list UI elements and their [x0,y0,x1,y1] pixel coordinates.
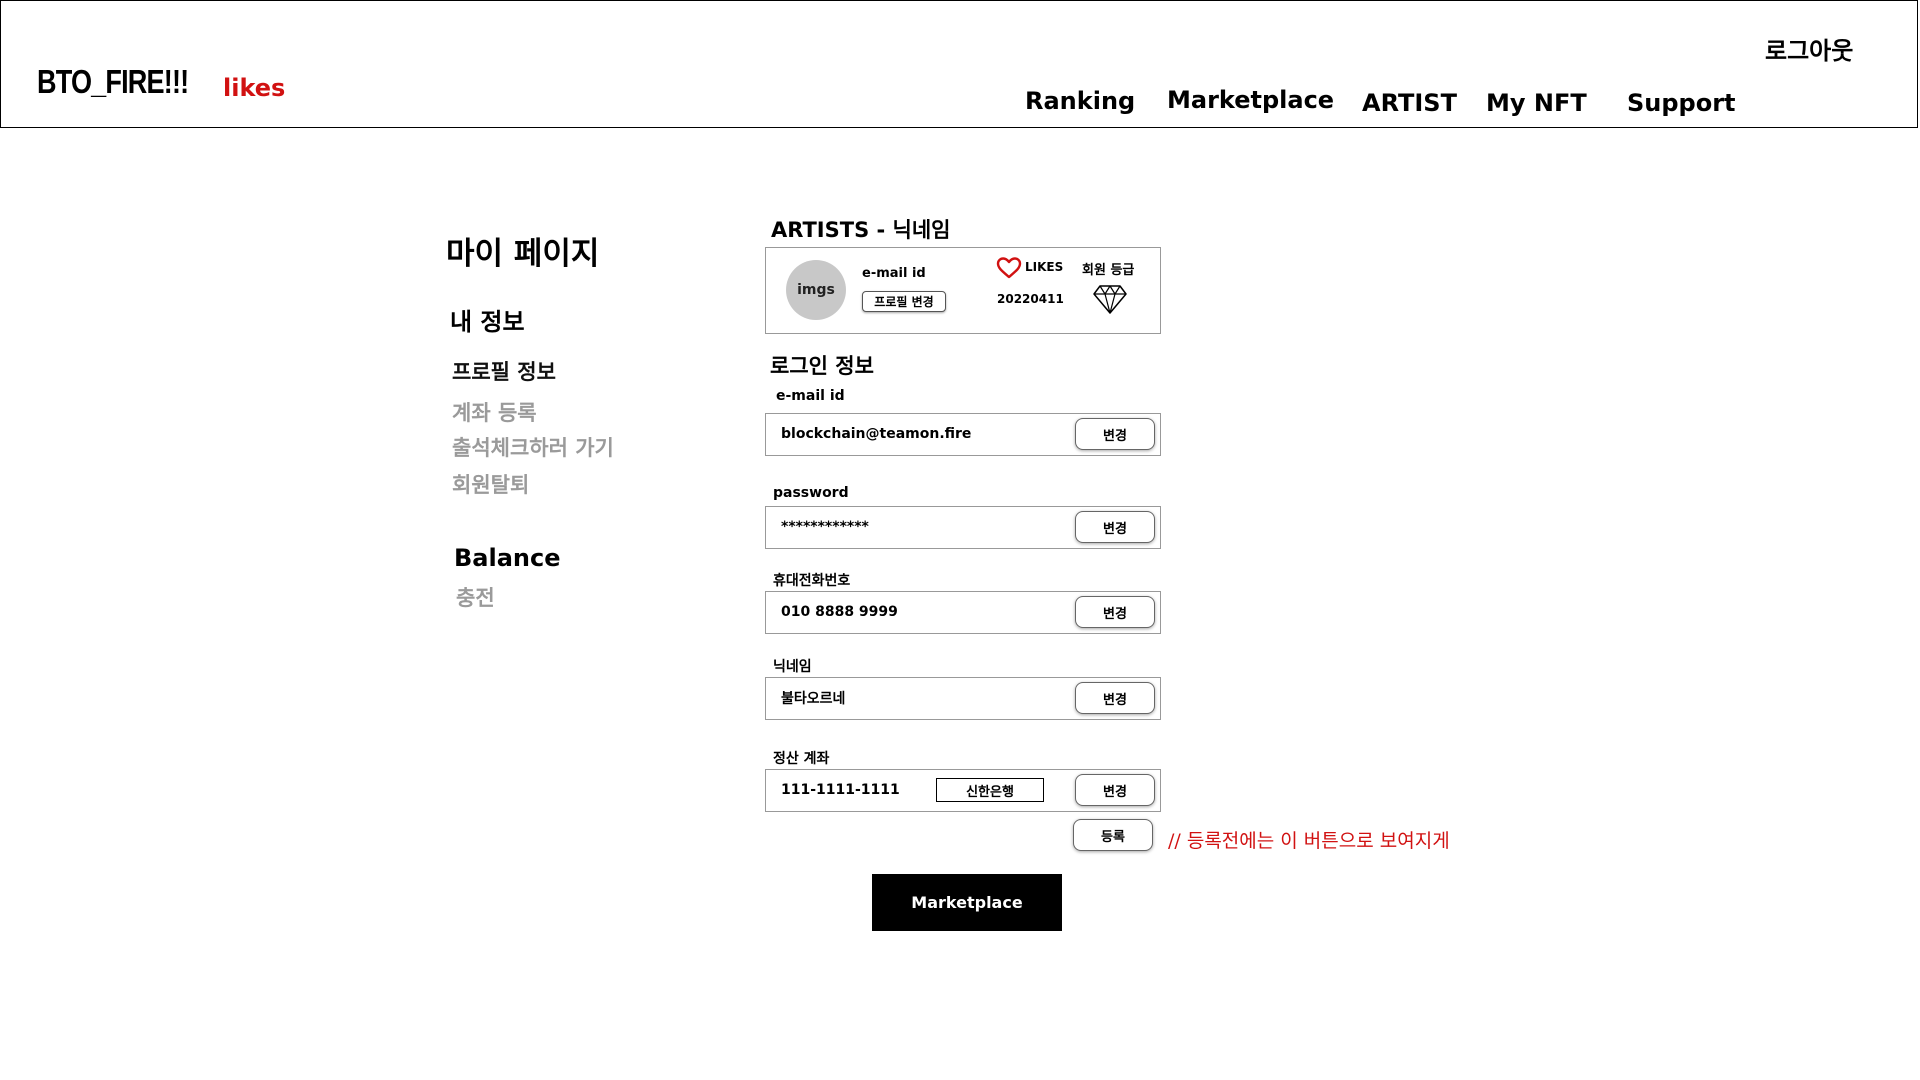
password-field-label: password [773,485,849,501]
page-title: 마이 페이지 [446,236,600,272]
nickname-field-label: 닉네임 [773,659,812,675]
sidebar-section-title: 내 정보 [450,308,525,336]
sidebar-item-withdraw[interactable]: 회원탈퇴 [452,469,529,499]
bank-select[interactable]: 신한은행 [936,778,1044,802]
nav-support[interactable]: Support [1627,89,1736,117]
account-field-label: 정산 계좌 [773,751,830,767]
likes-value: 20220411 [997,292,1064,306]
nav-artist[interactable]: ARTIST [1362,89,1457,117]
profile-section-title: ARTISTS - 닉네임 [771,218,951,242]
account-input[interactable] [781,782,921,798]
email-input[interactable] [781,426,1041,442]
account-change-button[interactable]: 변경 [1075,774,1155,806]
login-section-title: 로그인 정보 [770,354,874,378]
register-button[interactable]: 등록 [1073,819,1153,851]
email-change-button[interactable]: 변경 [1075,418,1155,450]
top-header: BTO_FIRE!!! likes 로그아웃 Ranking Marketpla… [0,0,1918,128]
email-field-label: e-mail id [776,388,845,404]
phone-input[interactable] [781,604,1041,620]
nickname-field: 변경 [765,677,1161,720]
sidebar-item-profile[interactable]: 프로필 정보 [452,356,556,386]
nav-marketplace[interactable]: Marketplace [1167,86,1334,114]
password-change-button[interactable]: 변경 [1075,511,1155,543]
sidebar-item-account[interactable]: 계좌 등록 [452,397,537,427]
logout-link[interactable]: 로그아웃 [1765,31,1853,66]
phone-field: 변경 [765,591,1161,634]
marketplace-button[interactable]: Marketplace [872,874,1062,931]
heart-icon[interactable] [996,256,1022,280]
diamond-icon [1093,285,1127,314]
change-profile-button[interactable]: 프로필 변경 [862,291,946,312]
phone-change-button[interactable]: 변경 [1075,596,1155,628]
phone-field-label: 휴대전화번호 [773,573,851,589]
email-field: 변경 [765,413,1161,456]
nav-ranking[interactable]: Ranking [1025,87,1135,115]
logo-tagline: likes [223,74,286,102]
password-field: 변경 [765,506,1161,549]
sidebar-item-attendance[interactable]: 출석체크하러 가기 [452,432,614,462]
likes-label: LIKES [1025,260,1064,274]
member-grade-label: 회원 등급 [1082,263,1135,278]
nickname-change-button[interactable]: 변경 [1075,682,1155,714]
avatar[interactable]: imgs [786,260,846,320]
profile-email-label: e-mail id [862,266,926,281]
profile-card: imgs e-mail id 프로필 변경 LIKES 20220411 회원 … [765,247,1161,334]
sidebar-item-charge[interactable]: 충전 [456,582,495,612]
balance-title: Balance [454,544,561,572]
developer-note: // 등록전에는 이 버튼으로 보여지게 [1168,830,1450,852]
nav-my-nft[interactable]: My NFT [1486,89,1587,117]
account-field: 신한은행 변경 [765,769,1161,812]
nickname-input[interactable] [781,690,1041,706]
site-logo[interactable]: BTO_FIRE!!! [37,63,189,101]
password-input[interactable] [781,519,1041,535]
